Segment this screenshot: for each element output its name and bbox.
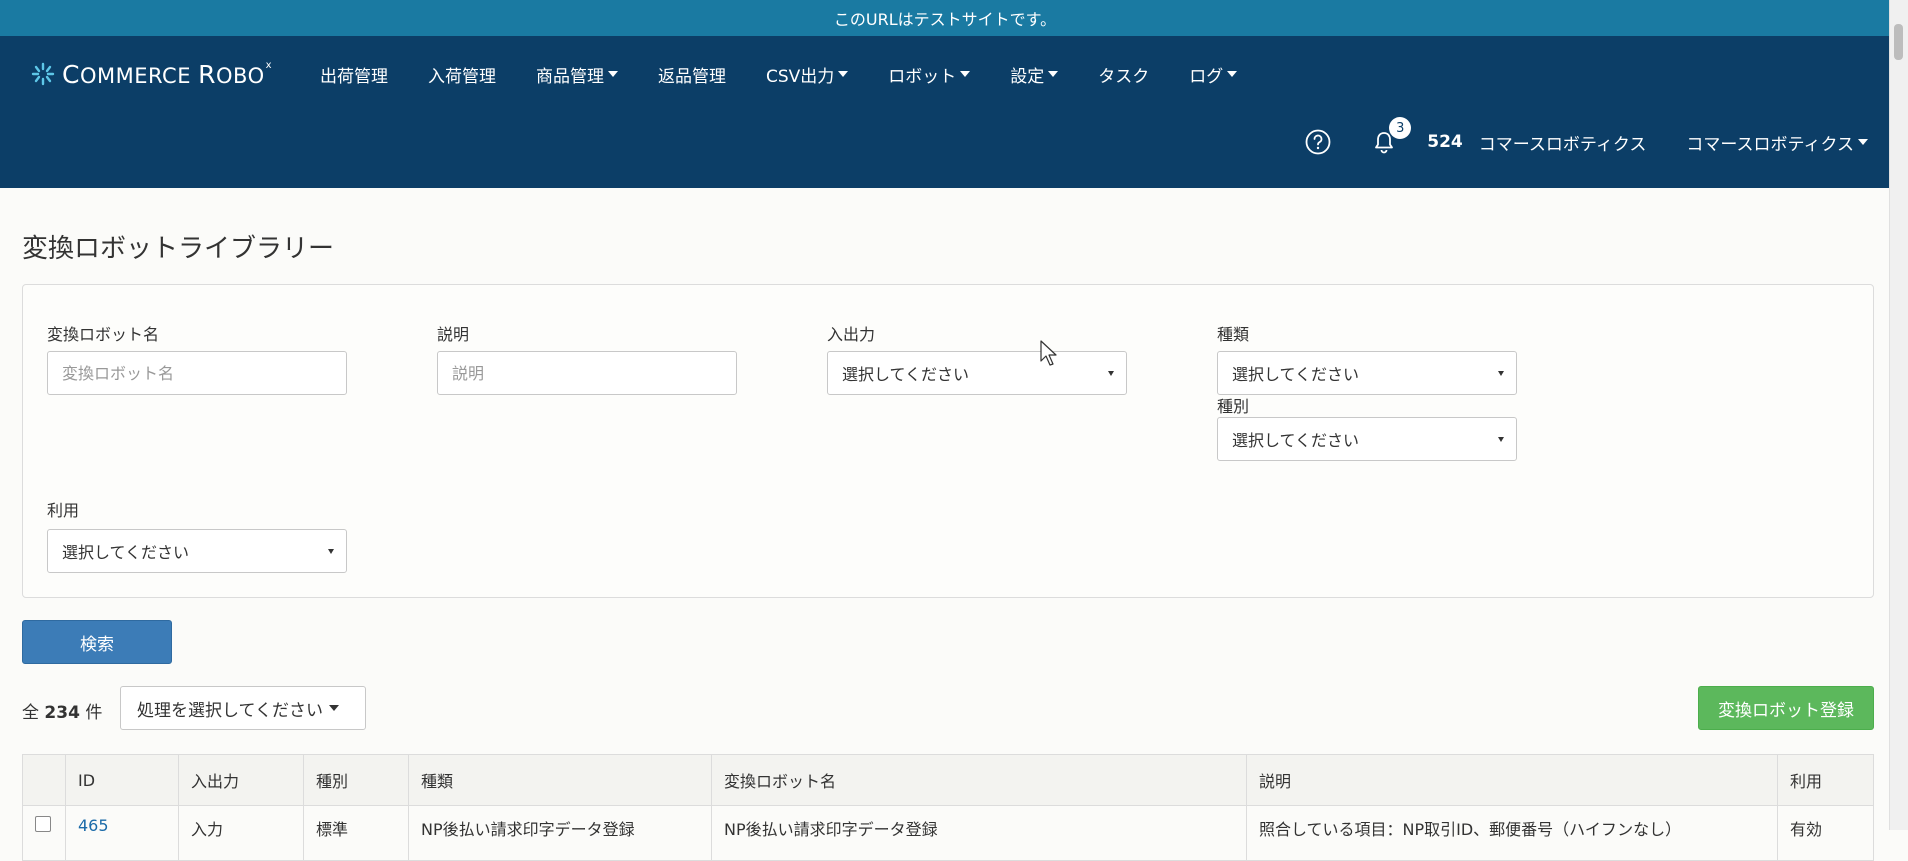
page-scrollbar[interactable] xyxy=(1889,0,1908,830)
nav-products[interactable]: 商品管理 xyxy=(536,62,618,87)
io-select[interactable]: 選択してください xyxy=(827,351,1127,395)
user-menu[interactable]: コマースロボティクス xyxy=(1686,130,1868,155)
nav-robot[interactable]: ロボット xyxy=(888,62,971,87)
mouse-cursor-icon xyxy=(1040,340,1057,366)
select-arrow-icon xyxy=(1498,437,1504,442)
table-row: 465 入力 標準 NP後払い請求印字データ登録 NP後払い請求印字データ登録 … xyxy=(22,805,1874,861)
kind-select[interactable]: 選択してください xyxy=(1217,351,1517,395)
row-kind: NP後払い請求印字データ登録 xyxy=(408,805,712,861)
nav-tasks[interactable]: タスク xyxy=(1098,62,1149,87)
search-filter-panel: 変換ロボット名 説明 入出力 選択してください 種類 選択してください 種別 選… xyxy=(22,284,1874,598)
search-button[interactable]: 検索 xyxy=(22,620,172,664)
select-arrow-icon xyxy=(1498,371,1504,376)
caret-down-icon xyxy=(608,71,618,77)
row-category: 標準 xyxy=(303,805,409,861)
result-count: 全 234 件 xyxy=(22,703,103,723)
category-select-value: 選択してください xyxy=(1232,431,1360,450)
account-number: 524 xyxy=(1427,132,1463,152)
nav-settings[interactable]: 設定 xyxy=(1010,62,1059,87)
caret-down-icon xyxy=(1858,139,1868,145)
robot-table: ID 入出力 種別 種類 変換ロボット名 説明 利用 465 入力 標準 NP後… xyxy=(22,754,1874,861)
kind-label: 種類 xyxy=(1217,325,1250,344)
usage-select[interactable]: 選択してください xyxy=(47,529,347,573)
bulk-action-dropdown[interactable]: 処理を選択してください xyxy=(120,686,366,730)
header-robot-name[interactable]: 変換ロボット名 xyxy=(711,754,1247,806)
nav-receiving[interactable]: 入荷管理 xyxy=(428,62,496,87)
category-label: 種別 xyxy=(1217,397,1250,416)
header-description[interactable]: 説明 xyxy=(1246,754,1778,806)
caret-down-icon xyxy=(328,705,339,711)
caret-down-icon xyxy=(838,71,849,77)
caret-down-icon xyxy=(960,71,971,77)
select-arrow-icon xyxy=(1108,371,1114,376)
caret-down-icon xyxy=(1048,71,1059,77)
robot-name-label: 変換ロボット名 xyxy=(47,325,160,344)
row-io: 入力 xyxy=(178,805,304,861)
header-kind[interactable]: 種類 xyxy=(408,754,712,806)
navbar-right: 3 524 コマースロボティクス コマースロボティクス xyxy=(1305,117,1890,162)
description-input[interactable] xyxy=(437,351,737,395)
commerce-robo-logo[interactable]: COMMERCE ROBOx xyxy=(30,59,273,89)
scrollbar-thumb[interactable] xyxy=(1894,24,1903,60)
notification-count-badge: 3 xyxy=(1389,117,1412,139)
test-site-banner: このURLはテストサイトです。 xyxy=(0,0,1890,36)
main-nav: 出荷管理 入荷管理 商品管理 返品管理 CSV出力 ロボット 設定 タスク ログ xyxy=(320,52,1277,96)
nav-returns[interactable]: 返品管理 xyxy=(658,62,726,87)
header-usage[interactable]: 利用 xyxy=(1777,754,1874,806)
row-robot-name: NP後払い請求印字データ登録 xyxy=(711,805,1247,861)
header-checkbox-col xyxy=(22,754,66,806)
caret-down-icon xyxy=(1227,71,1238,77)
row-description: 照合している項目：NP取引ID、郵便番号（ハイフンなし） xyxy=(1246,805,1778,861)
description-label: 説明 xyxy=(437,325,470,344)
io-select-value: 選択してください xyxy=(842,365,970,384)
robot-name-input[interactable] xyxy=(47,351,347,395)
logo-burst-icon xyxy=(31,62,55,86)
row-id-link[interactable]: 465 xyxy=(65,805,179,861)
table-header-row: ID 入出力 種別 種類 変換ロボット名 説明 利用 xyxy=(22,754,1874,806)
bulk-action-value: 処理を選択してください xyxy=(137,700,323,721)
select-arrow-icon xyxy=(328,549,334,554)
row-select-cell xyxy=(22,805,66,861)
notifications-button[interactable]: 3 xyxy=(1371,117,1412,155)
header-io[interactable]: 入出力 xyxy=(178,754,304,806)
row-usage: 有効 xyxy=(1777,805,1874,861)
page-title: 変換ロボットライブラリー xyxy=(22,234,335,264)
io-label: 入出力 xyxy=(827,325,876,344)
kind-select-value: 選択してください xyxy=(1232,365,1360,384)
help-icon[interactable] xyxy=(1305,129,1331,155)
header-id[interactable]: ID xyxy=(65,754,179,806)
top-navbar: COMMERCE ROBOx 出荷管理 入荷管理 商品管理 返品管理 CSV出力… xyxy=(0,36,1890,188)
nav-csv-export[interactable]: CSV出力 xyxy=(766,62,849,87)
usage-label: 利用 xyxy=(47,501,80,520)
logo-text: COMMERCE ROBOx xyxy=(62,59,273,89)
account-name: コマースロボティクス xyxy=(1478,134,1647,155)
category-select[interactable]: 選択してください xyxy=(1217,417,1517,461)
header-category[interactable]: 種別 xyxy=(303,754,409,806)
nav-logs[interactable]: ログ xyxy=(1189,62,1238,87)
register-robot-button[interactable]: 変換ロボット登録 xyxy=(1698,686,1874,730)
usage-select-value: 選択してください xyxy=(62,543,190,562)
nav-shipping[interactable]: 出荷管理 xyxy=(320,62,388,87)
